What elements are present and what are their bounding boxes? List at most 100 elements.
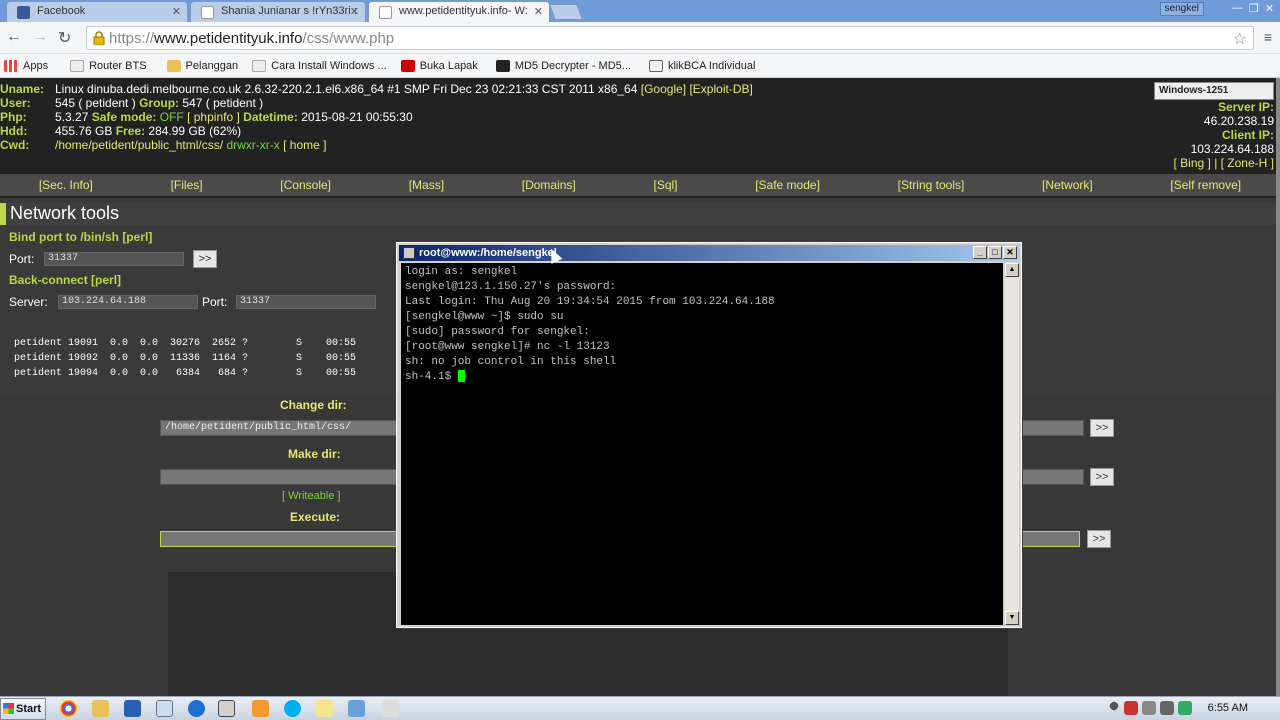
maximize-icon[interactable]: ❐ [1249, 2, 1259, 15]
menu-safe-mode[interactable]: [Safe mode] [755, 178, 820, 192]
make-dir-label: Make dir: [288, 447, 341, 461]
tab-petidentity[interactable]: www.petidentityuk.info- W: ✕ [368, 1, 550, 22]
window-icon[interactable] [156, 700, 173, 717]
make-dir-button[interactable]: >> [1090, 468, 1114, 486]
terminal[interactable]: login as: sengkel sengkel@123.1.150.27's… [401, 263, 1003, 625]
skype-icon[interactable] [284, 700, 301, 717]
word-icon[interactable] [124, 700, 141, 717]
phpinfo-link[interactable]: [ phpinfo ] [187, 110, 240, 124]
close-icon[interactable]: ✕ [172, 5, 181, 18]
server-info: Uname: Linux dinuba.dedi.melbourne.co.uk… [0, 78, 1280, 172]
page-scrollbar[interactable] [1276, 78, 1280, 696]
charset-select[interactable]: Windows-1251 [1154, 82, 1274, 100]
page-icon [70, 59, 85, 72]
tab-strip: Facebook ✕ Shania Junianar s !rYn33ri : … [0, 0, 1280, 22]
bind-submit-button[interactable]: >> [193, 250, 217, 268]
system-tray: 6:55 AM [1108, 697, 1280, 720]
menu-sec-info[interactable]: [Sec. Info] [39, 178, 93, 192]
window-controls: — ❐ ✕ [1232, 2, 1274, 15]
bookmark-buka-lapak[interactable]: Buka Lapak [400, 59, 486, 72]
tray-app-icon[interactable] [1124, 701, 1138, 715]
bookmarks-bar: Apps Router BTS Pelanggan Cara Install W… [0, 54, 1280, 78]
minimize-icon[interactable]: _ [973, 246, 987, 259]
bca-icon [648, 59, 663, 72]
menu-files[interactable]: [Files] [171, 178, 203, 192]
menu-string-tools[interactable]: [String tools] [898, 178, 965, 192]
tray-expand-icon[interactable] [1108, 700, 1120, 712]
reload-icon[interactable]: ↻ [58, 28, 71, 48]
search-links[interactable]: [ Bing ] | [ Zone-H ] [1154, 156, 1275, 170]
profile-badge[interactable]: sengkel [1159, 2, 1204, 16]
app-icon[interactable] [382, 700, 399, 717]
putty-icon [403, 247, 415, 259]
bookmark-apps[interactable]: Apps [4, 59, 56, 72]
scroll-down-icon[interactable]: ▼ [1005, 611, 1019, 625]
terminal-scrollbar[interactable]: ▲ ▼ [1005, 263, 1019, 625]
back-arrow-icon[interactable]: ← [6, 28, 22, 46]
bookmark-router-bts[interactable]: Router BTS [70, 59, 154, 72]
menu-domains[interactable]: [Domains] [522, 178, 576, 192]
server-input[interactable]: 103.224.64.188 [58, 295, 198, 309]
close-icon[interactable]: ✕ [534, 5, 543, 18]
putty-titlebar[interactable]: root@www:/home/sengkel _ □ ✕ [399, 245, 1019, 261]
menu-icon[interactable]: ≡ [1264, 29, 1272, 45]
close-window-icon[interactable]: ✕ [1265, 2, 1274, 15]
menu-network[interactable]: [Network] [1042, 178, 1093, 192]
port-label: Port: [9, 252, 35, 266]
google-link[interactable]: [Google] [641, 82, 686, 96]
star-icon[interactable]: ☆ [1233, 29, 1247, 49]
start-button[interactable]: Start [0, 698, 46, 720]
volume-icon[interactable] [1160, 701, 1174, 715]
change-dir-label: Change dir: [280, 398, 347, 412]
exploit-db-link[interactable]: [Exploit-DB] [689, 82, 752, 96]
section-title: Network tools [0, 203, 1276, 225]
taskbar: Start 6:55 AM [0, 696, 1280, 720]
page-icon [201, 6, 214, 19]
bind-port-input[interactable]: 31337 [44, 252, 184, 266]
address-bar[interactable]: https://www.petidentityuk.info/css/www.p… [86, 26, 1254, 50]
notepad-icon[interactable] [316, 700, 333, 717]
network-icon[interactable] [1142, 701, 1156, 715]
page-icon [252, 59, 267, 72]
bookmark-cara-install[interactable]: Cara Install Windows ... [252, 59, 395, 72]
battery-icon[interactable] [1178, 701, 1192, 715]
bukalapak-icon [400, 59, 415, 72]
putty-title: root@www:/home/sengkel [419, 247, 557, 259]
explorer-icon[interactable] [92, 700, 109, 717]
menu-console[interactable]: [Console] [280, 178, 331, 192]
menu-mass[interactable]: [Mass] [409, 178, 444, 192]
firefox-icon[interactable] [252, 700, 269, 717]
close-icon[interactable]: ✕ [1003, 246, 1017, 259]
tab-label: www.petidentityuk.info- W: [399, 5, 528, 17]
server-label: Server: [9, 295, 48, 309]
scroll-up-icon[interactable]: ▲ [1005, 263, 1019, 277]
terminal-prompt: sh-4.1$ [405, 371, 458, 383]
md5-icon [495, 59, 510, 72]
backconnect-port-input[interactable]: 31337 [236, 295, 376, 309]
ie-icon[interactable] [188, 700, 205, 717]
menu-sql[interactable]: [Sql] [653, 178, 677, 192]
url-text: https://www.petidentityuk.info/css/www.p… [109, 30, 395, 47]
minimize-icon[interactable]: — [1232, 2, 1243, 15]
menu-self-remove[interactable]: [Self remove] [1170, 178, 1241, 192]
cwd-path-link[interactable]: /home/petident/public_html/css/ [55, 138, 223, 152]
forward-arrow-icon[interactable]: → [32, 28, 48, 46]
network-app-icon[interactable] [348, 700, 365, 717]
tab-label: Shania Junianar s !rYn33ri : [221, 5, 357, 17]
bookmark-md5[interactable]: MD5 Decrypter - MD5... [495, 59, 639, 72]
putty-taskbar-icon[interactable] [218, 700, 235, 717]
execute-button[interactable]: >> [1087, 530, 1111, 548]
maximize-icon[interactable]: □ [988, 246, 1002, 259]
tab-facebook[interactable]: Facebook ✕ [6, 1, 188, 22]
bookmark-klikbca[interactable]: klikBCA Individual [648, 59, 763, 72]
home-link[interactable]: [ home ] [283, 138, 326, 152]
new-tab-button[interactable] [549, 4, 583, 20]
process-list: petident 19091 0.0 0.0 30276 2652 ? S 00… [14, 338, 357, 379]
lock-icon [93, 31, 105, 45]
close-icon[interactable]: ✕ [350, 5, 359, 18]
clock[interactable]: 6:55 AM [1208, 702, 1248, 714]
bookmark-pelanggan[interactable]: Pelanggan [166, 59, 247, 72]
change-dir-button[interactable]: >> [1090, 419, 1114, 437]
chrome-icon[interactable] [60, 700, 77, 717]
tab-shania[interactable]: Shania Junianar s !rYn33ri : ✕ [190, 1, 366, 22]
